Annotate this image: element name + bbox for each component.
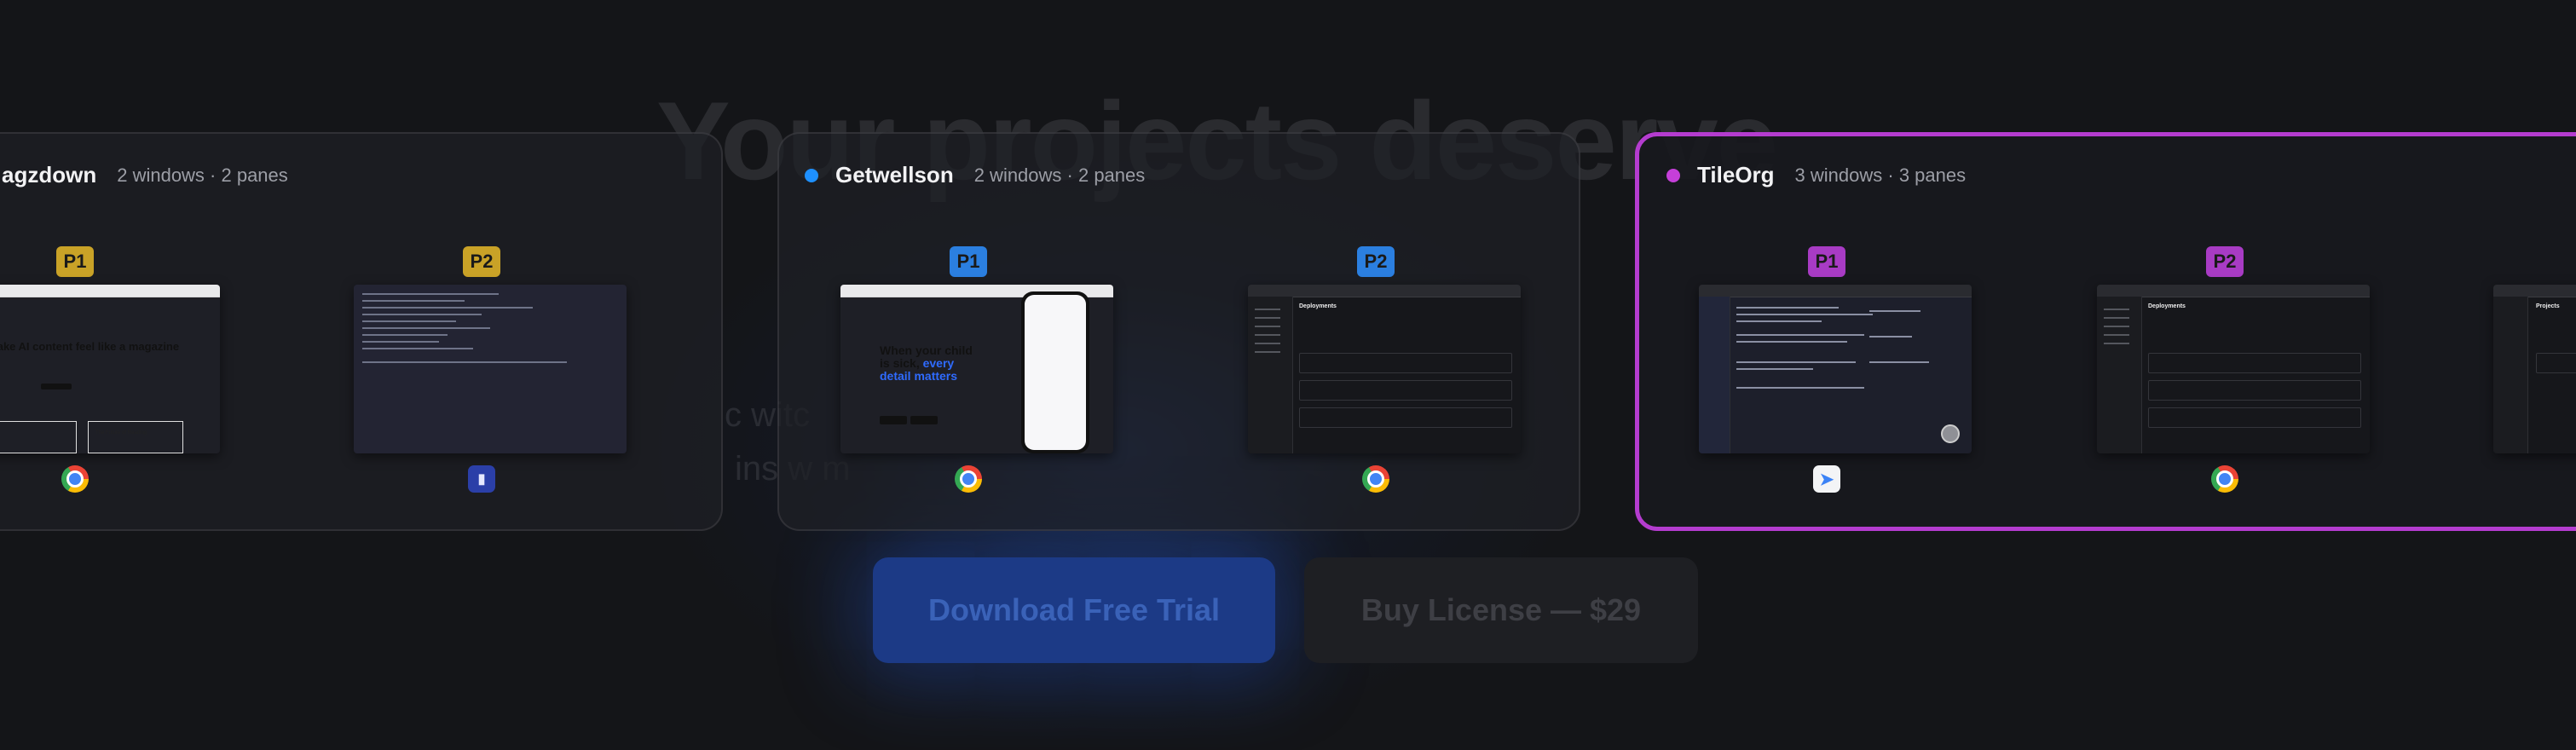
- download-free-trial-button[interactable]: Download Free Trial: [873, 557, 1275, 663]
- buy-license-button[interactable]: Buy License — $29: [1304, 557, 1698, 663]
- pane-screenshot[interactable]: [354, 285, 627, 453]
- project-meta: 2 windows · 2 panes: [973, 164, 1146, 186]
- app-icon-chrome[interactable]: [60, 464, 90, 494]
- pane-screenshot[interactable]: [1699, 285, 1972, 453]
- app-icon-terminal[interactable]: ▮: [466, 464, 497, 494]
- project-name: Getwellson: [835, 162, 954, 188]
- project-header: TileOrg 3 windows · 3 panes: [1666, 162, 1966, 188]
- screenshot-title: Projects: [2536, 303, 2560, 309]
- pane-badge: P2: [2206, 246, 2244, 277]
- screenshot-title: Deployments: [2148, 303, 2186, 309]
- pane-screenshot[interactable]: Projects: [2493, 285, 2576, 453]
- pane-screenshot[interactable]: Make AI content feel like a magazine The…: [0, 285, 220, 453]
- app-icon-chrome[interactable]: [1360, 464, 1391, 494]
- project-card-getwellson[interactable]: Getwellson 2 windows · 2 panes P1 When y…: [777, 132, 1580, 531]
- app-icon-chrome[interactable]: [953, 464, 984, 494]
- screenshot-card-label: The Future of Reading: [95, 430, 147, 436]
- project-color-dot: [805, 168, 818, 182]
- project-meta: 3 windows · 3 panes: [1794, 164, 1967, 186]
- chrome-icon: [955, 465, 982, 493]
- project-card-tileorg[interactable]: TileOrg 3 windows · 3 panes P1 ➤ P2 Depl…: [1635, 132, 2576, 531]
- project-color-dot: [1666, 168, 1680, 182]
- app-icon-arrow[interactable]: ➤: [1811, 464, 1842, 494]
- project-name: agzdown: [2, 162, 97, 188]
- pane-badge: P2: [1357, 246, 1395, 277]
- chrome-icon: [61, 465, 89, 493]
- pane-screenshot[interactable]: When your child is sick, every detail ma…: [840, 285, 1113, 453]
- arrow-icon: ➤: [1813, 465, 1840, 493]
- project-header: Getwellson 2 windows · 2 panes: [805, 162, 1145, 188]
- pane-badge: P1: [1808, 246, 1845, 277]
- pane-screenshot[interactable]: Deployments: [1248, 285, 1521, 453]
- record-indicator-icon: [1941, 424, 1960, 443]
- pane-badge: P1: [950, 246, 987, 277]
- project-header: agzdown 2 windows · 2 panes: [2, 162, 288, 188]
- chrome-icon: [2211, 465, 2238, 493]
- pane-badge: P2: [463, 246, 500, 277]
- pane-screenshot[interactable]: Deployments: [2097, 285, 2370, 453]
- project-card-agzdown[interactable]: agzdown 2 windows · 2 panes P1 Make AI c…: [0, 132, 723, 531]
- project-meta: 2 windows · 2 panes: [117, 164, 288, 186]
- screenshot-title: Deployments: [1299, 303, 1337, 309]
- project-name: TileOrg: [1697, 162, 1775, 188]
- screenshot-headline: When your child is sick, every detail ma…: [880, 343, 973, 383]
- app-icon-chrome[interactable]: [2209, 464, 2240, 494]
- screenshot-headline: Make AI content feel like a magazine: [0, 340, 180, 353]
- terminal-icon: ▮: [468, 465, 495, 493]
- pane-badge: P1: [56, 246, 94, 277]
- chrome-icon: [1362, 465, 1389, 493]
